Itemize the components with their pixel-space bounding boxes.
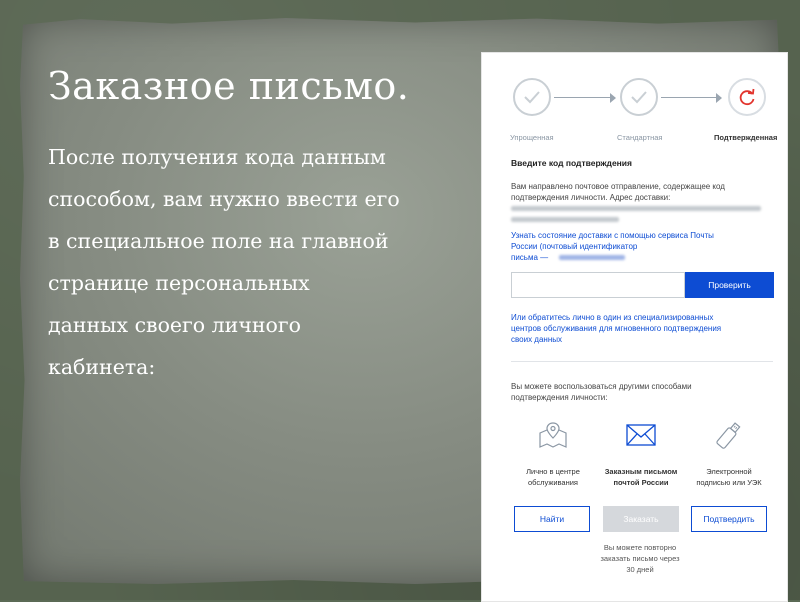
method-label-line: Лично в центре [526,467,580,476]
method-label-line: почтой России [613,478,669,487]
confirmation-code-input[interactable] [511,272,685,298]
body-line: кабинета: [48,355,156,379]
link-line: России (почтовый идентификатор [511,242,638,251]
text-line: подтверждения личности: [511,393,608,402]
arrow-right-icon [716,93,722,103]
slide-title: Заказное письмо. [48,64,410,108]
link-line: своих данных [511,335,563,344]
link-line: Узнать состояние доставки с помощью серв… [511,231,714,240]
check-icon [631,91,647,104]
method-label-line: подписью или УЭК [696,478,762,487]
body-line: данных своего личного [48,313,301,337]
usb-key-icon [716,422,741,449]
method-e-signature[interactable]: Электронной подписью или УЭК [684,466,774,488]
method-label-line: Заказным письмом [604,467,678,476]
other-methods-text: Вы можете воспользоваться другими способ… [511,381,692,403]
step-label-standard: Стандартная [617,133,663,142]
note-line: Вы можете повторно [603,543,677,552]
order-button[interactable]: Заказать [603,506,679,532]
body-line: способом, вам нужно ввести его [48,187,400,211]
blurred-address [511,206,761,211]
body-line: После получения кода данным [48,145,386,169]
text-line: Вы можете воспользоваться другими способ… [511,382,692,391]
check-icon [524,91,540,104]
sent-text-line: Вам направлено почтовое отправление, сод… [511,182,725,191]
sent-text: Вам направлено почтовое отправление, сод… [511,181,725,203]
step-label-simplified: Упрощенная [510,133,554,142]
divider [511,361,773,362]
step-standard-circle [620,78,658,116]
link-line: центров обслуживания для мгновенного под… [511,324,722,333]
sent-text-line: подтверждения личности. Адрес доставки: [511,193,671,202]
refresh-icon [739,88,755,106]
envelope-icon [626,424,656,446]
step-confirmed-circle [728,78,766,116]
step-connector [661,97,716,98]
step-label-confirmed: Подтвержденная [714,133,778,142]
confirm-button[interactable]: Подтвердить [691,506,767,532]
code-heading: Введите код подтверждения [511,158,632,168]
body-line: странице персональных [48,271,310,295]
blurred-address [511,217,619,222]
arrow-right-icon [610,93,616,103]
blurred-tracking-id [559,255,625,260]
method-in-person[interactable]: Лично в центре обслуживания [508,466,598,488]
method-label-line: Электронной [706,467,752,476]
method-label-line: обслуживания [527,478,578,487]
step-simplified-circle [513,78,551,116]
link-line: Или обратитесь лично в один из специализ… [511,313,714,322]
verification-steps: Упрощенная Стандартная Подтвержденная [482,75,787,145]
body-line: в специальное поле на главной [48,229,389,253]
verification-screenshot: Упрощенная Стандартная Подтвержденная Вв… [481,52,788,602]
note-line: 30 дней [626,565,654,574]
slide-body-text: После получения кода данным способом, ва… [48,136,478,388]
step-connector [554,97,610,98]
find-button[interactable]: Найти [514,506,590,532]
note-line: заказать письмо через [600,554,680,563]
method-registered-letter[interactable]: Заказным письмом почтой России [596,466,686,488]
map-pin-icon [539,422,567,448]
service-center-link[interactable]: Или обратитесь лично в один из специализ… [511,312,721,345]
retry-note: Вы можете повторно заказать письмо через… [585,542,695,575]
check-button[interactable]: Проверить [685,272,774,298]
